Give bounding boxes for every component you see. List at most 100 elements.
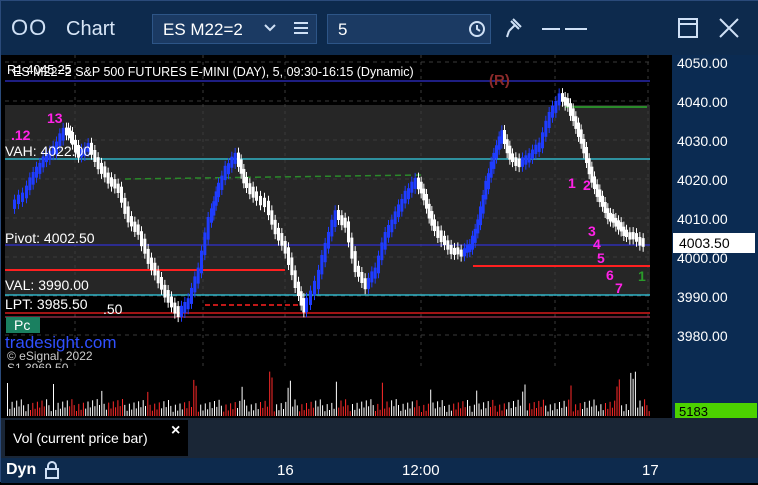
dyn-label[interactable]: Dyn: [6, 461, 36, 479]
time-axis[interactable]: Dyn 16 12:00 17: [1, 458, 758, 483]
volume-bar: [204, 403, 206, 416]
volume-bar: [593, 399, 595, 416]
lock-icon[interactable]: [43, 460, 61, 485]
volume-bar: [496, 411, 498, 416]
volume-bar: [588, 400, 590, 416]
candle-body: [468, 244, 472, 252]
candle-body: [93, 150, 97, 162]
volume-bar: [372, 405, 374, 416]
candle-body: [327, 231, 330, 249]
close-icon[interactable]: ×: [171, 422, 180, 440]
volume-bar: [549, 404, 551, 416]
candle-body: [619, 222, 623, 232]
candle-body: [283, 240, 287, 254]
volume-bar: [315, 400, 317, 416]
volume-bar: [195, 385, 197, 416]
marker-13: 13: [47, 110, 63, 126]
volume-bar: [630, 372, 632, 416]
restore-icon[interactable]: [676, 15, 700, 46]
volume-pane[interactable]: [5, 368, 672, 418]
candle-body: [413, 177, 417, 189]
candle-body: [476, 219, 480, 234]
candle-body: [367, 277, 370, 289]
y-tick-4050: 4050.00: [677, 55, 728, 71]
volume-bar: [623, 411, 625, 416]
volume-bar: [246, 405, 248, 416]
candle-body: [353, 251, 357, 273]
candle-body: [443, 235, 446, 246]
candle-body: [245, 177, 248, 188]
volume-bar: [483, 402, 485, 416]
candle-body: [302, 298, 306, 313]
candle-body: [566, 98, 570, 107]
volume-bar: [586, 407, 588, 416]
volume-bar: [568, 399, 570, 416]
volume-bar: [170, 405, 172, 416]
candle-body: [574, 116, 578, 129]
candle-body: [297, 281, 300, 297]
volume-bar: [283, 409, 284, 416]
candle-body: [598, 189, 602, 203]
candle-body: [160, 277, 163, 290]
candle-body: [387, 225, 390, 238]
volume-bar: [430, 389, 432, 416]
candle-body: [436, 226, 440, 238]
candle-body: [541, 132, 544, 149]
volume-bar: [381, 382, 383, 416]
volume-bar: [154, 403, 156, 416]
volume-bar: [163, 401, 165, 416]
volume-bar: [487, 401, 489, 416]
clock-icon[interactable]: [468, 20, 486, 43]
symbol-value[interactable]: ES M22=2: [163, 20, 243, 40]
val-label: VAL: 3990.00: [5, 277, 89, 293]
volume-bar: [510, 408, 512, 416]
pin-icon[interactable]: [501, 15, 527, 46]
volume-bar: [384, 408, 386, 416]
candle-body: [517, 158, 521, 168]
volume-bar: [57, 402, 59, 416]
volume-bar: [577, 410, 579, 416]
candle-body: [173, 302, 177, 314]
volume-bar: [616, 386, 618, 416]
candle-body: [373, 267, 377, 279]
volume-bar: [388, 407, 390, 416]
y-tick-4010: 4010.00: [677, 211, 728, 227]
close-icon[interactable]: [716, 15, 742, 46]
candle-body: [587, 158, 591, 175]
candle-body: [446, 240, 450, 250]
interval-value[interactable]: 5: [338, 20, 347, 40]
chevron-down-icon[interactable]: [263, 18, 277, 43]
candle-body: [410, 181, 414, 193]
volume-bar: [418, 406, 420, 416]
candle-body: [557, 93, 561, 106]
volume-bar: [172, 411, 174, 416]
interval-selector[interactable]: 5: [327, 14, 491, 44]
candle-body: [299, 291, 303, 306]
volume-bar: [69, 406, 71, 416]
volume-bar: [177, 410, 179, 416]
volume-bar: [618, 379, 620, 416]
candle-body: [251, 186, 255, 198]
volume-bar: [529, 403, 531, 416]
volume-bar: [322, 405, 324, 416]
candle-body: [481, 194, 485, 214]
price-chart-pane[interactable]: R1 4045.25 ES M22=2 S&P 500 FUTURES E-MI…: [5, 55, 672, 368]
volume-bar: [354, 409, 356, 416]
volume-bar: [476, 390, 478, 416]
candle-body: [595, 184, 599, 197]
volume-bar: [644, 399, 646, 416]
volume-bar: [301, 404, 303, 416]
menu-icon[interactable]: [293, 18, 309, 43]
candle-body: [521, 157, 524, 167]
candle-body: [551, 105, 554, 118]
volume-bar: [105, 409, 107, 416]
symbol-selector[interactable]: ES M22=2: [152, 14, 317, 44]
volume-bar: [317, 406, 319, 416]
volume-bar: [347, 405, 349, 416]
volume-bar: [391, 400, 393, 416]
candle-body: [561, 93, 564, 102]
volume-bar: [628, 410, 629, 416]
candle-body: [377, 255, 380, 274]
candle-body: [417, 177, 420, 190]
maximize-icon[interactable]: [561, 15, 591, 46]
